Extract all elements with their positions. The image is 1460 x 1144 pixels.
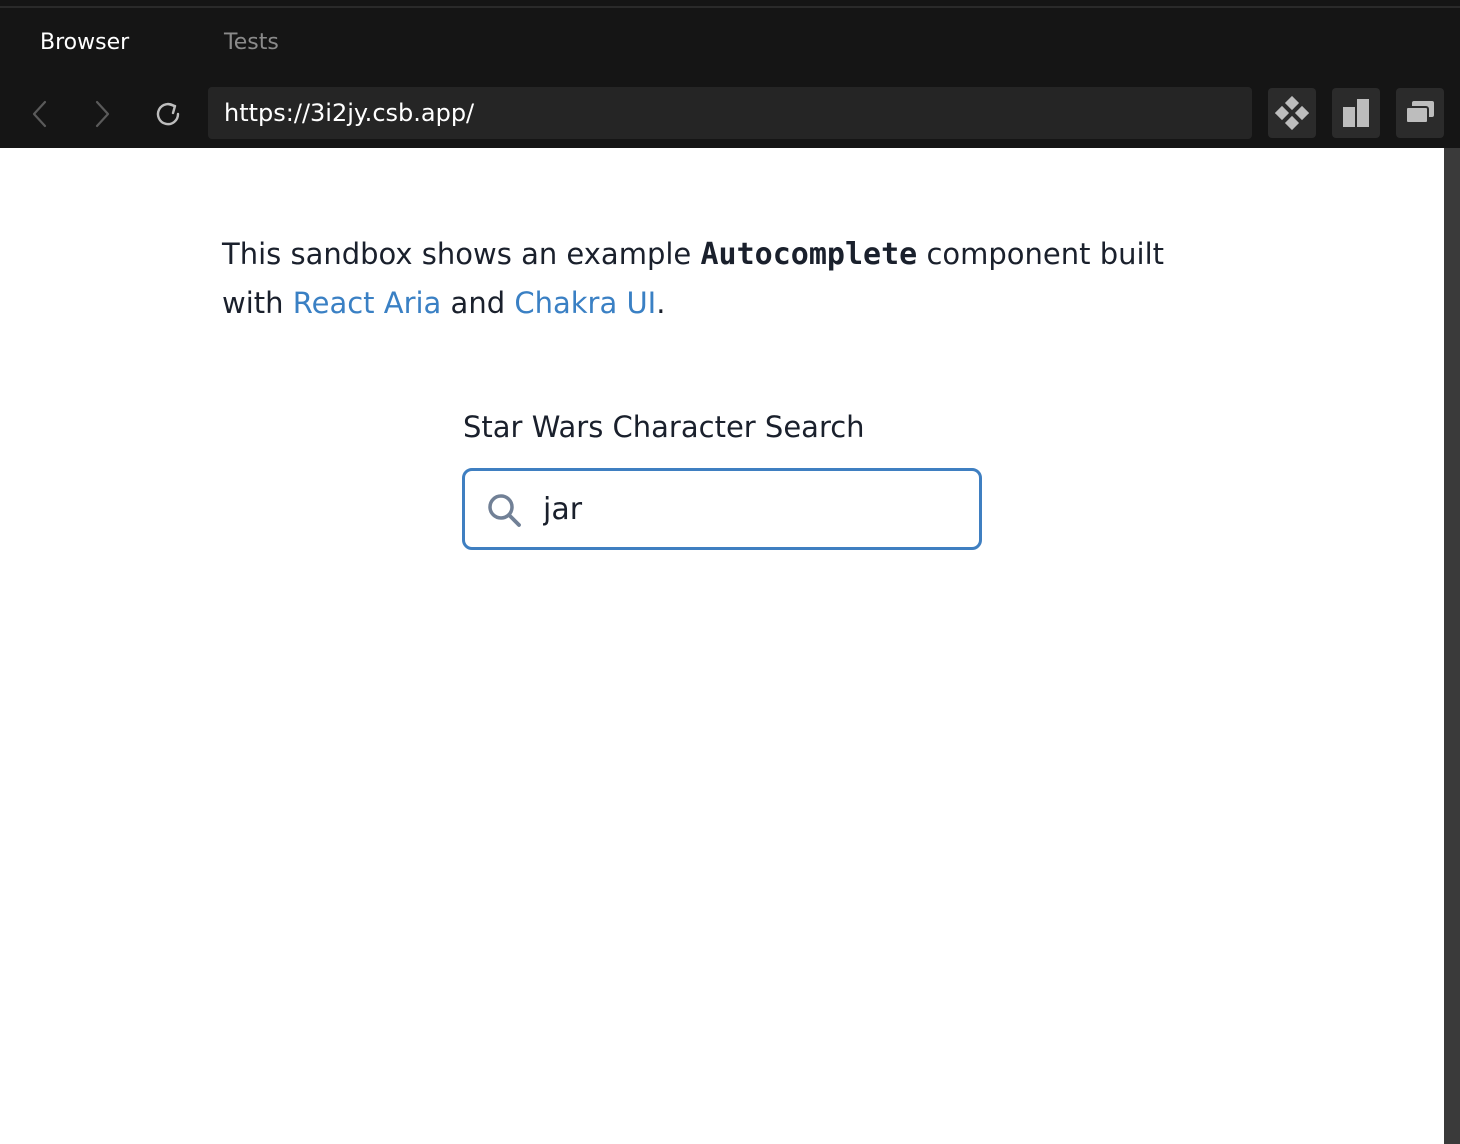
tab-tests[interactable]: Tests bbox=[224, 30, 279, 55]
panel-tab-bar: Browser Tests bbox=[0, 8, 1460, 78]
search-icon bbox=[488, 494, 521, 527]
search-input[interactable] bbox=[543, 477, 963, 541]
browser-navbar bbox=[0, 78, 1460, 148]
split-pane-button[interactable] bbox=[1332, 88, 1380, 138]
codesandbox-button[interactable] bbox=[1268, 88, 1316, 138]
chevron-right-icon bbox=[95, 100, 110, 128]
scrollbar[interactable] bbox=[1444, 148, 1460, 1144]
intro-text: and bbox=[441, 286, 515, 320]
url-input[interactable] bbox=[208, 87, 1252, 139]
intro-text: This sandbox shows an example bbox=[222, 237, 701, 271]
browser-viewport: This sandbox shows an example Autocomple… bbox=[0, 148, 1444, 1144]
back-button[interactable] bbox=[20, 94, 60, 134]
chakra-ui-link[interactable]: Chakra UI bbox=[514, 286, 656, 320]
react-aria-link[interactable]: React Aria bbox=[293, 286, 442, 320]
new-window-button[interactable] bbox=[1396, 88, 1444, 138]
reload-button[interactable] bbox=[148, 94, 188, 134]
search-label: Star Wars Character Search bbox=[463, 410, 865, 444]
tab-browser[interactable]: Browser bbox=[40, 30, 129, 55]
intro-paragraph: This sandbox shows an example Autocomple… bbox=[222, 230, 1222, 328]
window-top-edge bbox=[0, 0, 1460, 8]
forward-button[interactable] bbox=[82, 94, 122, 134]
codesandbox-diamond-icon bbox=[1275, 96, 1309, 130]
search-field[interactable] bbox=[462, 468, 982, 550]
component-name: Autocomplete bbox=[700, 237, 918, 272]
new-window-icon bbox=[1405, 101, 1434, 124]
split-pane-icon bbox=[1343, 99, 1369, 127]
chevron-left-icon bbox=[32, 100, 47, 128]
intro-text: . bbox=[656, 286, 666, 320]
reload-icon bbox=[156, 102, 180, 126]
